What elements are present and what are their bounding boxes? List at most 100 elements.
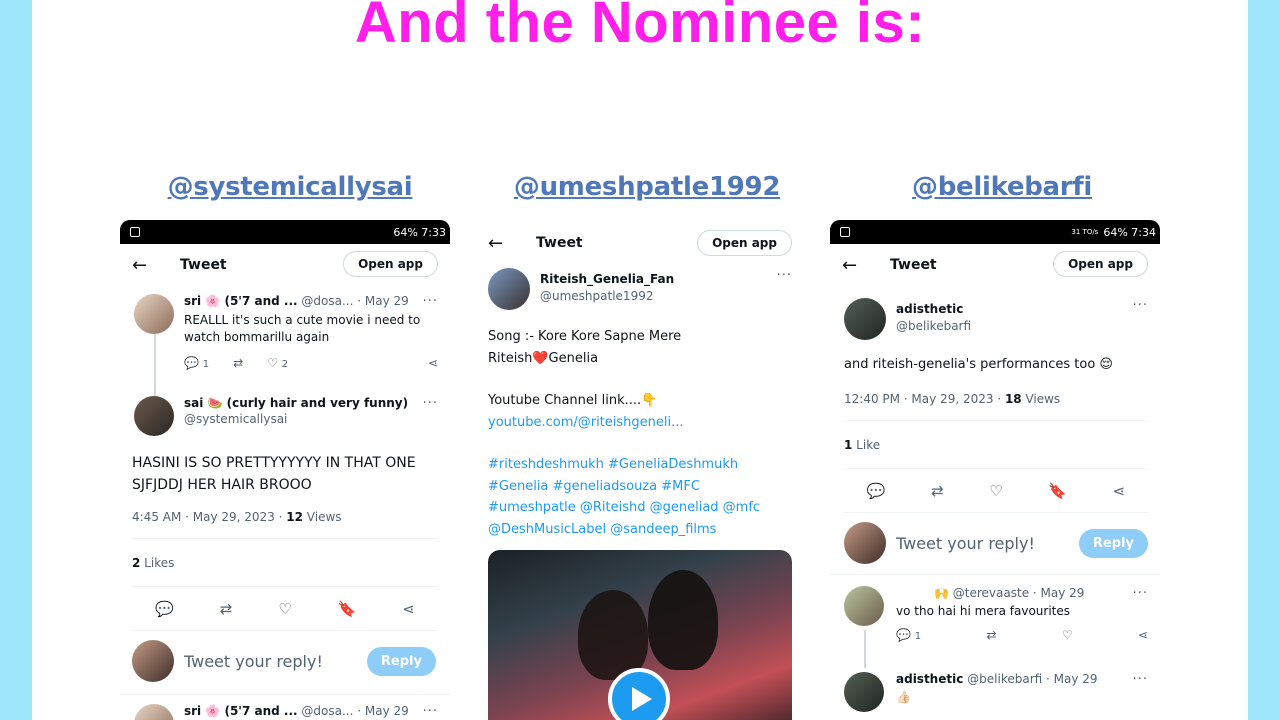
- more-icon[interactable]: ···: [423, 396, 438, 436]
- avatar: [844, 672, 884, 712]
- author-handle: @umeshpatle1992: [540, 289, 654, 303]
- divider: [830, 574, 1160, 575]
- tweet-line: Riteish❤️Genelia: [488, 350, 599, 366]
- divider: [844, 512, 1148, 513]
- open-app-button[interactable]: Open app: [697, 230, 792, 256]
- reply-author-handle: @terevaaste · May 29: [952, 586, 1085, 600]
- action-bar: 💬 ⇄ ♡ 🔖 ⋖: [132, 596, 438, 622]
- author-name: sai 🍉 (curly hair and very funny): [184, 396, 409, 410]
- reply-text: REALLL it's such a cute movie i need to …: [184, 313, 421, 344]
- divider: [132, 630, 438, 631]
- tweet-author: adisthetic @belikebarfi ···: [844, 298, 1148, 340]
- reply-input[interactable]: Tweet your reply!: [184, 652, 357, 671]
- header-title: Tweet: [536, 235, 583, 251]
- mentions[interactable]: @DeshMusicLabel @sandeep_films: [488, 519, 792, 541]
- author-name: Riteish_Genelia_Fan: [540, 272, 675, 286]
- back-arrow-icon[interactable]: ←: [488, 233, 536, 254]
- likes-count[interactable]: 1 Like: [844, 438, 880, 452]
- hashtags[interactable]: #umeshpatle @Riteishd @geneliad @mfc: [488, 497, 792, 519]
- reply-tweet[interactable]: 🙌 @terevaaste · May 29 ··· vo tho hai hi …: [844, 586, 1148, 642]
- divider: [132, 538, 438, 539]
- heart-icon[interactable]: ♡: [989, 482, 1002, 500]
- bookmark-icon[interactable]: 🔖: [1048, 482, 1067, 500]
- reply-input[interactable]: Tweet your reply!: [896, 534, 1069, 553]
- status-time: 64% 7:34: [1103, 225, 1156, 239]
- heart-icon[interactable]: ♡: [278, 600, 291, 618]
- handle-link-3[interactable]: @belikebarfi: [832, 172, 1172, 202]
- more-icon[interactable]: ···: [777, 268, 792, 310]
- tweet-line: Youtube Channel link....👇: [488, 393, 658, 408]
- status-time: 64% 7:33: [393, 225, 446, 239]
- author-name: adisthetic: [896, 302, 964, 316]
- divider: [132, 586, 438, 587]
- back-arrow-icon[interactable]: ←: [842, 255, 890, 276]
- share-icon[interactable]: ⋖: [1138, 628, 1148, 642]
- author-handle: @systemicallysai: [184, 412, 288, 426]
- tweet-body: Song :- Kore Kore Sapne Mere Riteish❤️Ge…: [488, 326, 792, 540]
- likes-count[interactable]: 2 Likes: [132, 556, 174, 570]
- reply-button[interactable]: Reply: [366, 646, 436, 676]
- back-arrow-icon[interactable]: ←: [132, 255, 180, 276]
- more-icon[interactable]: ···: [1133, 672, 1148, 687]
- main-tweet-author: sai 🍉 (curly hair and very funny) @syste…: [134, 396, 438, 436]
- retweet-icon[interactable]: ⇄: [220, 600, 233, 618]
- status-bar: 64% 7:33: [120, 220, 450, 244]
- play-icon[interactable]: [608, 668, 670, 720]
- tweet-timestamp: 4:45 AM · May 29, 2023 · 12 Views: [132, 510, 342, 524]
- reply-tweet[interactable]: sri 🌸 (5'7 and ... @dosa... · May 29 ··· …: [134, 294, 438, 370]
- more-icon[interactable]: ···: [1133, 586, 1148, 601]
- open-app-button[interactable]: Open app: [1053, 251, 1148, 277]
- reply-date: · May 29: [357, 294, 409, 308]
- heart-icon[interactable]: ♡: [1062, 628, 1073, 642]
- header-title: Tweet: [180, 257, 227, 273]
- action-bar: 💬 ⇄ ♡ 🔖 ⋖: [844, 478, 1148, 504]
- reply-tweet[interactable]: adisthetic @belikebarfi · May 29 ··· 👍🏻: [844, 672, 1148, 712]
- avatar: [134, 704, 174, 720]
- youtube-link[interactable]: youtube.com/@riteishgeneli...: [488, 412, 792, 434]
- reply-icon[interactable]: 💬 1: [896, 628, 921, 642]
- reply-tweet[interactable]: sri 🌸 (5'7 and ... @dosa... · May 29 ···: [134, 704, 438, 720]
- share-icon[interactable]: ⋖: [1113, 482, 1126, 500]
- reply-author-name: sri 🌸 (5'7 and ...: [184, 294, 298, 308]
- retweet-icon[interactable]: ⇄: [931, 482, 944, 500]
- retweet-icon[interactable]: ⇄: [986, 628, 996, 642]
- hashtags[interactable]: #riteshdeshmukh #GeneliaDeshmukh: [488, 454, 792, 476]
- network-speed: 31 TO/s: [1071, 227, 1099, 236]
- avatar: [134, 294, 174, 334]
- author-handle: @belikebarfi: [896, 319, 972, 333]
- heart-icon[interactable]: ♡ 2: [267, 356, 288, 370]
- tweet-screenshot-2: ← Tweet Open app Riteish_Genelia_Fan @um…: [476, 220, 806, 720]
- notification-icon: [840, 227, 850, 237]
- header-title: Tweet: [890, 257, 937, 273]
- retweet-icon[interactable]: ⇄: [233, 356, 243, 370]
- reply-icon[interactable]: 💬: [867, 482, 886, 500]
- reply-author-handle: @belikebarfi · May 29: [967, 672, 1098, 686]
- avatar: [844, 298, 886, 340]
- avatar: [132, 640, 174, 682]
- person-silhouette: [578, 590, 648, 680]
- tweet-author: Riteish_Genelia_Fan @umeshpatle1992 ···: [488, 268, 792, 310]
- reply-button[interactable]: Reply: [1078, 528, 1148, 558]
- more-icon[interactable]: ···: [423, 294, 438, 309]
- bookmark-icon[interactable]: 🔖: [338, 600, 357, 618]
- reply-text: 👍🏻: [896, 690, 911, 704]
- divider: [844, 420, 1148, 421]
- divider: [120, 694, 450, 695]
- open-app-button[interactable]: Open app: [343, 251, 438, 277]
- more-icon[interactable]: ···: [423, 704, 438, 719]
- person-silhouette: [648, 570, 718, 670]
- avatar: [844, 522, 886, 564]
- video-thumbnail[interactable]: [488, 550, 792, 720]
- reply-icon[interactable]: 💬 1: [184, 356, 209, 370]
- reply-icon[interactable]: 💬: [155, 600, 174, 618]
- reply-author-name: adisthetic: [896, 672, 964, 686]
- share-icon[interactable]: ⋖: [402, 600, 415, 618]
- hashtags[interactable]: #Genelia #geneliadsouza #MFC: [488, 476, 792, 498]
- share-icon[interactable]: ⋖: [428, 356, 438, 370]
- handle-link-1[interactable]: @systemicallysai: [120, 172, 460, 202]
- avatar: [488, 268, 530, 310]
- tweet-timestamp: 12:40 PM · May 29, 2023 · 18 Views: [844, 392, 1061, 406]
- reply-text: vo tho hai hi mera favourites: [896, 604, 1070, 618]
- more-icon[interactable]: ···: [1133, 298, 1148, 340]
- handle-link-2[interactable]: @umeshpatle1992: [477, 172, 817, 202]
